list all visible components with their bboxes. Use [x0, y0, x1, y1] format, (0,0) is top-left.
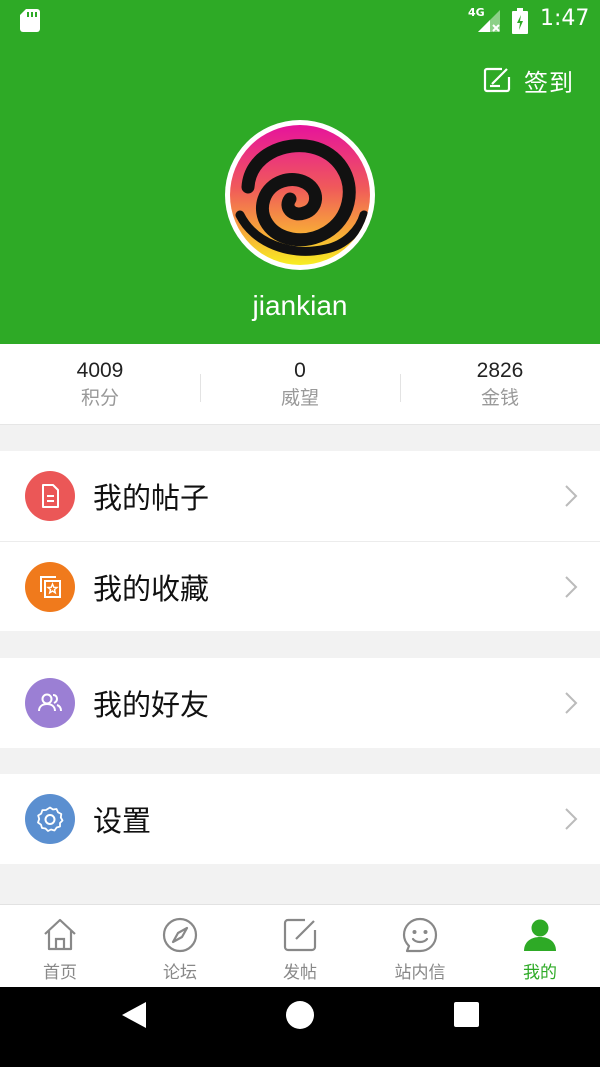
- menu-group-settings: 设置: [0, 774, 600, 864]
- chevron-right-icon: [565, 485, 578, 507]
- tab-label: 论坛: [163, 963, 197, 983]
- star-collection-icon: [25, 561, 75, 612]
- tab-label: 发帖: [283, 963, 317, 983]
- menu-item-label: 我的帖子: [93, 481, 210, 515]
- menu-item-my-friends[interactable]: 我的好友: [0, 658, 600, 748]
- sd-card-icon: [20, 9, 40, 32]
- tab-home[interactable]: 首页: [0, 905, 120, 987]
- edit-square-icon: [483, 67, 511, 93]
- back-icon[interactable]: [120, 1000, 148, 1030]
- stat-label: 威望: [280, 387, 319, 409]
- avatar[interactable]: [225, 120, 375, 270]
- checkin-button[interactable]: 签到: [482, 63, 574, 97]
- stat-money[interactable]: 2826 金钱: [400, 344, 600, 424]
- home-circle-icon[interactable]: [286, 1001, 314, 1029]
- menu-item-label: 我的收藏: [93, 571, 210, 606]
- chevron-right-icon: [565, 808, 578, 830]
- username: jiankian: [252, 290, 348, 321]
- tab-label: 首页: [43, 963, 77, 983]
- stat-points[interactable]: 4009 积分: [0, 344, 200, 424]
- menu-group-social: 我的好友: [0, 658, 600, 748]
- stat-label: 金钱: [480, 387, 519, 409]
- tab-label: 我的: [523, 963, 557, 983]
- tab-new-post[interactable]: 发帖: [240, 905, 360, 987]
- stat-prestige[interactable]: 0 威望: [200, 344, 400, 424]
- tab-label: 站内信: [394, 963, 446, 983]
- gear-icon: [25, 794, 75, 844]
- recent-apps-icon[interactable]: [454, 1002, 479, 1027]
- compass-icon: [162, 917, 198, 953]
- message-face-icon: [402, 917, 438, 953]
- status-clock: 1:47: [540, 6, 590, 31]
- tab-forum[interactable]: 论坛: [120, 905, 240, 987]
- avatar-image: [230, 125, 370, 265]
- system-navigation-bar: [0, 987, 600, 1067]
- profile-header: 4G 1:47 签到 jiankian: [0, 0, 600, 344]
- stat-value: 0: [294, 359, 306, 382]
- stats-row: 4009 积分 0 威望 2826 金钱: [0, 344, 600, 425]
- battery-icon: [512, 8, 528, 34]
- checkin-label: 签到: [524, 68, 574, 97]
- person-icon: [524, 919, 556, 951]
- menu-item-label: 我的好友: [93, 688, 210, 722]
- menu-item-settings[interactable]: 设置: [0, 774, 600, 864]
- stat-value: 2826: [476, 359, 524, 382]
- chevron-right-icon: [565, 576, 578, 598]
- status-bar: 4G 1:47: [0, 0, 600, 42]
- tab-mine[interactable]: 我的: [480, 905, 600, 987]
- menu-group-content: 我的帖子 我的收藏: [0, 451, 600, 631]
- bottom-tab-bar: 首页 论坛 发帖 站内信 我的: [0, 904, 600, 987]
- chevron-right-icon: [565, 692, 578, 714]
- tab-messages[interactable]: 站内信: [360, 905, 480, 987]
- menu-item-label: 设置: [93, 804, 152, 838]
- compose-icon: [283, 918, 317, 952]
- home-icon: [44, 918, 76, 951]
- document-icon: [25, 471, 75, 521]
- menu-item-my-favorites[interactable]: 我的收藏: [0, 541, 600, 631]
- signal-icon: [478, 10, 500, 32]
- stat-label: 积分: [80, 387, 119, 409]
- friends-icon: [25, 678, 75, 728]
- menu-item-my-posts[interactable]: 我的帖子: [0, 451, 600, 541]
- stat-value: 4009: [76, 359, 124, 382]
